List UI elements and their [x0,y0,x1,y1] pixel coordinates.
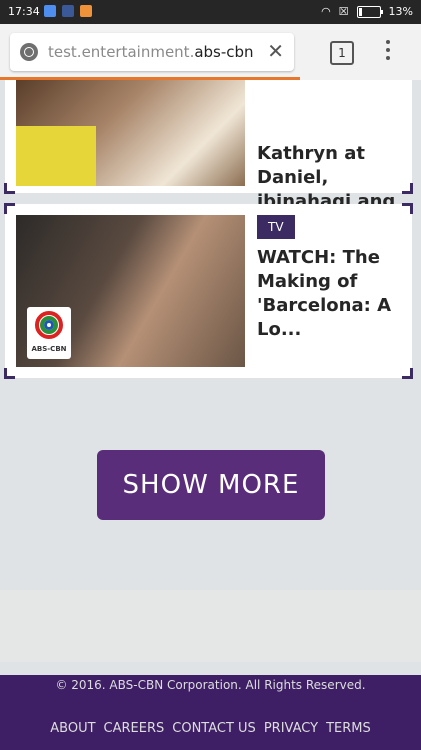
show-more-button[interactable]: SHOW MORE [97,450,325,520]
status-bar: 17:34 ◠ ☒ 13% [0,0,421,24]
corner-bracket [402,183,413,194]
battery-icon [356,5,383,18]
article-thumbnail-1[interactable] [16,80,245,186]
article-card-2[interactable]: ABS-CBN TV WATCH: The Making of 'Barcelo… [4,203,413,379]
article-card-1[interactable]: Kathryn at Daniel, ibinahagi ang kan... [4,80,413,236]
site-footer: © 2016. ABS-CBN Corporation. All Rights … [0,675,421,750]
chrome-notification-icon [44,5,56,17]
close-icon[interactable]: ✕ [267,39,284,63]
tab-switcher-button[interactable]: 1 [330,41,354,65]
article-title-2[interactable]: WATCH: The Making of 'Barcelona: A Lo... [257,246,407,342]
battery-percent: 13% [388,5,413,18]
footer-spacer [0,590,421,662]
url-prefix: test.entertainment. [48,43,195,61]
url-domain: abs-cbn [194,43,254,61]
copyright-text: © 2016. ABS-CBN Corporation. All Rights … [55,678,366,692]
url-text[interactable]: test.entertainment.abs-cbn [48,43,260,61]
corner-bracket [4,203,15,214]
corner-bracket [402,203,413,214]
corner-bracket [4,183,15,194]
article-title-1[interactable]: Kathryn at Daniel, ibinahagi ang kan... [257,142,407,236]
no-sim-icon: ☒ [338,5,349,18]
more-menu-icon[interactable] [386,40,390,64]
footer-link-terms[interactable]: TERMS [326,721,371,736]
status-time: 17:34 [8,5,40,18]
article-thumbnail-2[interactable]: ABS-CBN [16,215,245,367]
footer-link-about[interactable]: ABOUT [50,721,95,736]
browser-toolbar: test.entertainment.abs-cbn ✕ 1 [0,24,421,80]
globe-icon [20,43,38,61]
corner-bracket [402,368,413,379]
footer-link-privacy[interactable]: PRIVACY [264,721,318,736]
status-right: ◠ ☒ 13% [321,5,413,18]
wifi-icon: ◠ [321,5,331,18]
url-bar[interactable]: test.entertainment.abs-cbn ✕ [10,33,294,71]
app-notification-icon [80,5,92,17]
footer-link-careers[interactable]: CAREERS [104,721,165,736]
abs-cbn-logo: ABS-CBN [27,307,71,359]
category-badge: TV [257,215,295,239]
footer-link-contact[interactable]: CONTACT US [172,721,256,736]
footer-links: ABOUT CAREERS CONTACT US PRIVACY TERMS [0,721,421,736]
facebook-notification-icon [62,5,74,17]
corner-bracket [4,368,15,379]
logo-text: ABS-CBN [31,345,67,353]
